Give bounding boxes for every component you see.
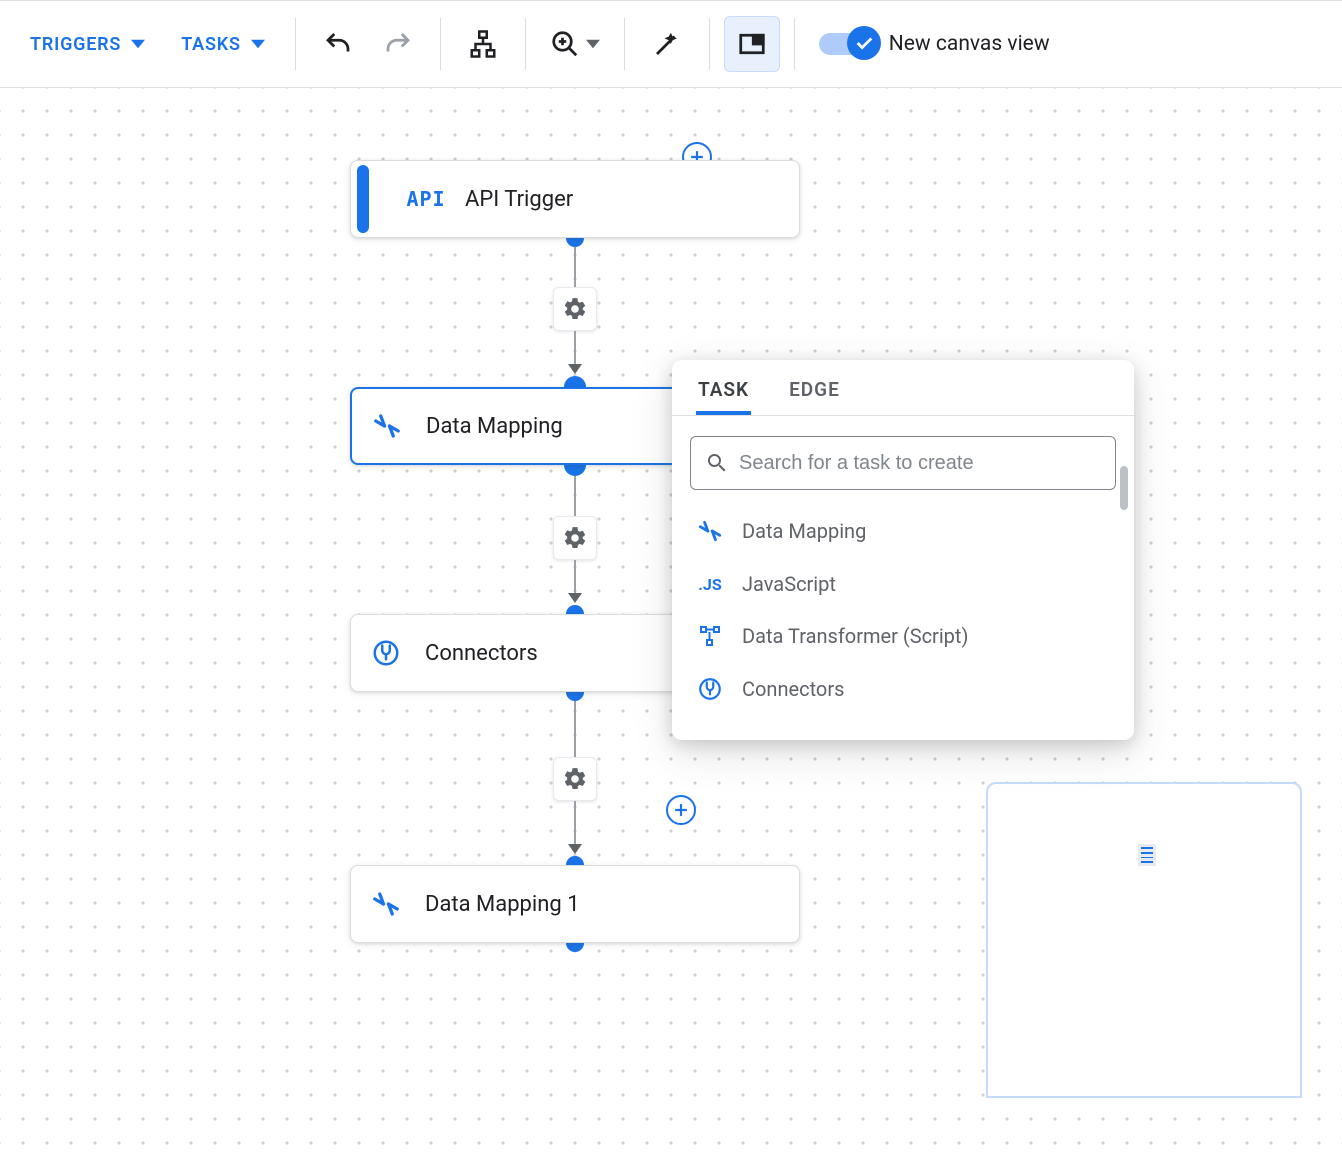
trigger-accent xyxy=(357,165,369,233)
magic-button[interactable] xyxy=(639,16,695,72)
toolbar-divider xyxy=(295,18,296,70)
hierarchy-icon xyxy=(468,29,498,59)
canvas-view-toggle[interactable] xyxy=(819,33,877,55)
tasks-label: TASKS xyxy=(181,34,241,55)
task-list: Data Mapping .JS JavaScript Data Transfo… xyxy=(672,504,1134,716)
task-popover: TASK EDGE Data Mapping .JS JavaScript xyxy=(672,360,1134,740)
canvas-view-toggle-label: New canvas view xyxy=(889,32,1050,56)
canvas[interactable]: API API Trigger Data Mapping xyxy=(0,88,1342,1158)
undo-icon xyxy=(323,29,353,59)
arrow-down-icon xyxy=(568,844,582,854)
layout-button[interactable] xyxy=(455,16,511,72)
toolbar-divider xyxy=(624,18,625,70)
zoom-menu-button[interactable] xyxy=(540,29,610,59)
gear-icon xyxy=(562,766,588,792)
node-data-mapping-1[interactable]: Data Mapping 1 xyxy=(350,865,800,943)
node-label: API Trigger xyxy=(465,187,573,212)
edge-settings-button[interactable] xyxy=(553,516,597,560)
data-mapping-icon xyxy=(369,887,403,921)
edge-settings-button[interactable] xyxy=(553,757,597,801)
tab-task[interactable]: TASK xyxy=(696,372,751,415)
task-item-label: Connectors xyxy=(742,677,844,701)
api-icon: API xyxy=(409,182,443,216)
caret-down-icon xyxy=(251,37,265,51)
tab-edge[interactable]: EDGE xyxy=(787,372,842,415)
edge-line xyxy=(574,247,576,287)
toolbar-divider xyxy=(794,18,795,70)
triggers-label: TRIGGERS xyxy=(30,34,121,55)
task-item-data-mapping[interactable]: Data Mapping xyxy=(682,504,1124,558)
task-item-connectors[interactable]: Connectors xyxy=(682,662,1124,716)
task-item-data-transformer[interactable]: Data Transformer (Script) xyxy=(682,610,1124,662)
connectors-icon xyxy=(696,676,724,702)
toolbar-divider xyxy=(440,18,441,70)
javascript-icon: .JS xyxy=(696,575,724,594)
check-icon xyxy=(853,32,875,54)
edge-line xyxy=(574,331,576,365)
toolbar: TRIGGERS TASKS New canvas view xyxy=(0,0,1342,88)
edge-line xyxy=(574,801,576,845)
node-label: Connectors xyxy=(425,641,538,666)
node-label: Data Mapping xyxy=(426,414,563,439)
gear-icon xyxy=(562,525,588,551)
edge-line xyxy=(574,476,576,516)
edge xyxy=(553,247,597,376)
magic-wand-icon xyxy=(652,29,682,59)
gear-icon xyxy=(562,296,588,322)
redo-button[interactable] xyxy=(370,16,426,72)
task-item-label: Data Mapping xyxy=(742,519,866,543)
edge-settings-button[interactable] xyxy=(553,287,597,331)
edge xyxy=(553,476,597,605)
edge xyxy=(553,701,597,856)
edge-arrow xyxy=(568,801,582,856)
data-mapping-icon xyxy=(370,409,404,443)
popover-tabs: TASK EDGE xyxy=(672,360,1134,416)
edge-arrow xyxy=(568,560,582,605)
undo-button[interactable] xyxy=(310,16,366,72)
arrow-down-icon xyxy=(568,593,582,603)
task-item-javascript[interactable]: .JS JavaScript xyxy=(682,558,1124,610)
plus-icon xyxy=(671,800,691,820)
edge-arrow xyxy=(568,331,582,376)
minimap[interactable] xyxy=(986,782,1302,1098)
panel-toggle-button[interactable] xyxy=(724,16,780,72)
add-node-button[interactable] xyxy=(666,795,696,825)
data-mapping-icon xyxy=(696,518,724,544)
redo-icon xyxy=(383,29,413,59)
toolbar-divider xyxy=(525,18,526,70)
toolbar-divider xyxy=(709,18,710,70)
triggers-menu-button[interactable]: TRIGGERS xyxy=(14,24,161,65)
panel-icon xyxy=(737,29,767,59)
edge-line xyxy=(574,560,576,594)
caret-down-icon xyxy=(131,37,145,51)
connectors-icon xyxy=(369,636,403,670)
scrollbar[interactable] xyxy=(1120,466,1128,510)
search-icon xyxy=(705,451,729,475)
caret-down-icon xyxy=(586,37,600,51)
canvas-view-toggle-wrap: New canvas view xyxy=(819,32,1050,56)
search-field-wrap[interactable] xyxy=(690,436,1116,490)
minimap-content-icon xyxy=(1138,844,1156,866)
tasks-menu-button[interactable]: TASKS xyxy=(165,24,281,65)
node-api-trigger[interactable]: API API Trigger xyxy=(350,160,800,238)
zoom-icon xyxy=(550,29,580,59)
task-item-label: JavaScript xyxy=(742,572,836,596)
search-input[interactable] xyxy=(739,452,1101,475)
task-item-label: Data Transformer (Script) xyxy=(742,624,968,648)
edge-line xyxy=(574,701,576,757)
node-label: Data Mapping 1 xyxy=(425,892,580,917)
arrow-down-icon xyxy=(568,364,582,374)
data-transformer-icon xyxy=(696,624,724,648)
